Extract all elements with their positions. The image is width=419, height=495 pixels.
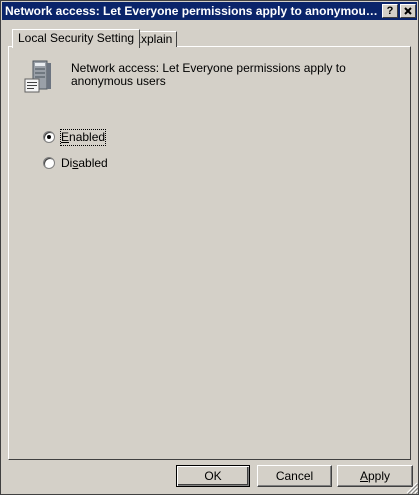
ok-button[interactable]: OK	[176, 465, 250, 487]
radio-selected-dot	[47, 135, 51, 139]
enabled-radio[interactable]	[43, 131, 55, 143]
tab-local-security-setting[interactable]: Local Security Setting	[12, 29, 141, 48]
label-suffix: pply	[368, 469, 391, 483]
cancel-button[interactable]: Cancel	[257, 465, 332, 487]
tab-label: Local Security Setting	[18, 31, 135, 45]
apply-button[interactable]: Apply	[337, 465, 413, 487]
close-icon	[404, 7, 412, 15]
disabled-label[interactable]: Disabled	[61, 156, 108, 171]
resize-grip-icon[interactable]	[406, 482, 418, 494]
policy-properties-dialog: Network access: Let Everyone permissions…	[0, 0, 419, 495]
disabled-radio[interactable]	[43, 157, 55, 169]
policy-description: Network access: Let Everyone permissions…	[71, 61, 346, 88]
tab-panel	[8, 46, 411, 460]
label-suffix: abled	[78, 156, 108, 170]
help-button[interactable]: ?	[382, 4, 398, 18]
mnemonic-letter: A	[359, 469, 368, 483]
label-prefix: Di	[61, 156, 73, 170]
label-suffix: nabled	[69, 130, 106, 144]
server-policy-icon	[24, 60, 51, 93]
window-title: Network access: Let Everyone permissions…	[5, 4, 379, 18]
help-icon: ?	[386, 5, 394, 17]
enabled-label[interactable]: Enabled	[59, 129, 107, 146]
close-button[interactable]	[400, 4, 416, 18]
mnemonic-letter: E	[61, 130, 70, 144]
title-bar[interactable]: Network access: Let Everyone permissions…	[2, 2, 417, 20]
